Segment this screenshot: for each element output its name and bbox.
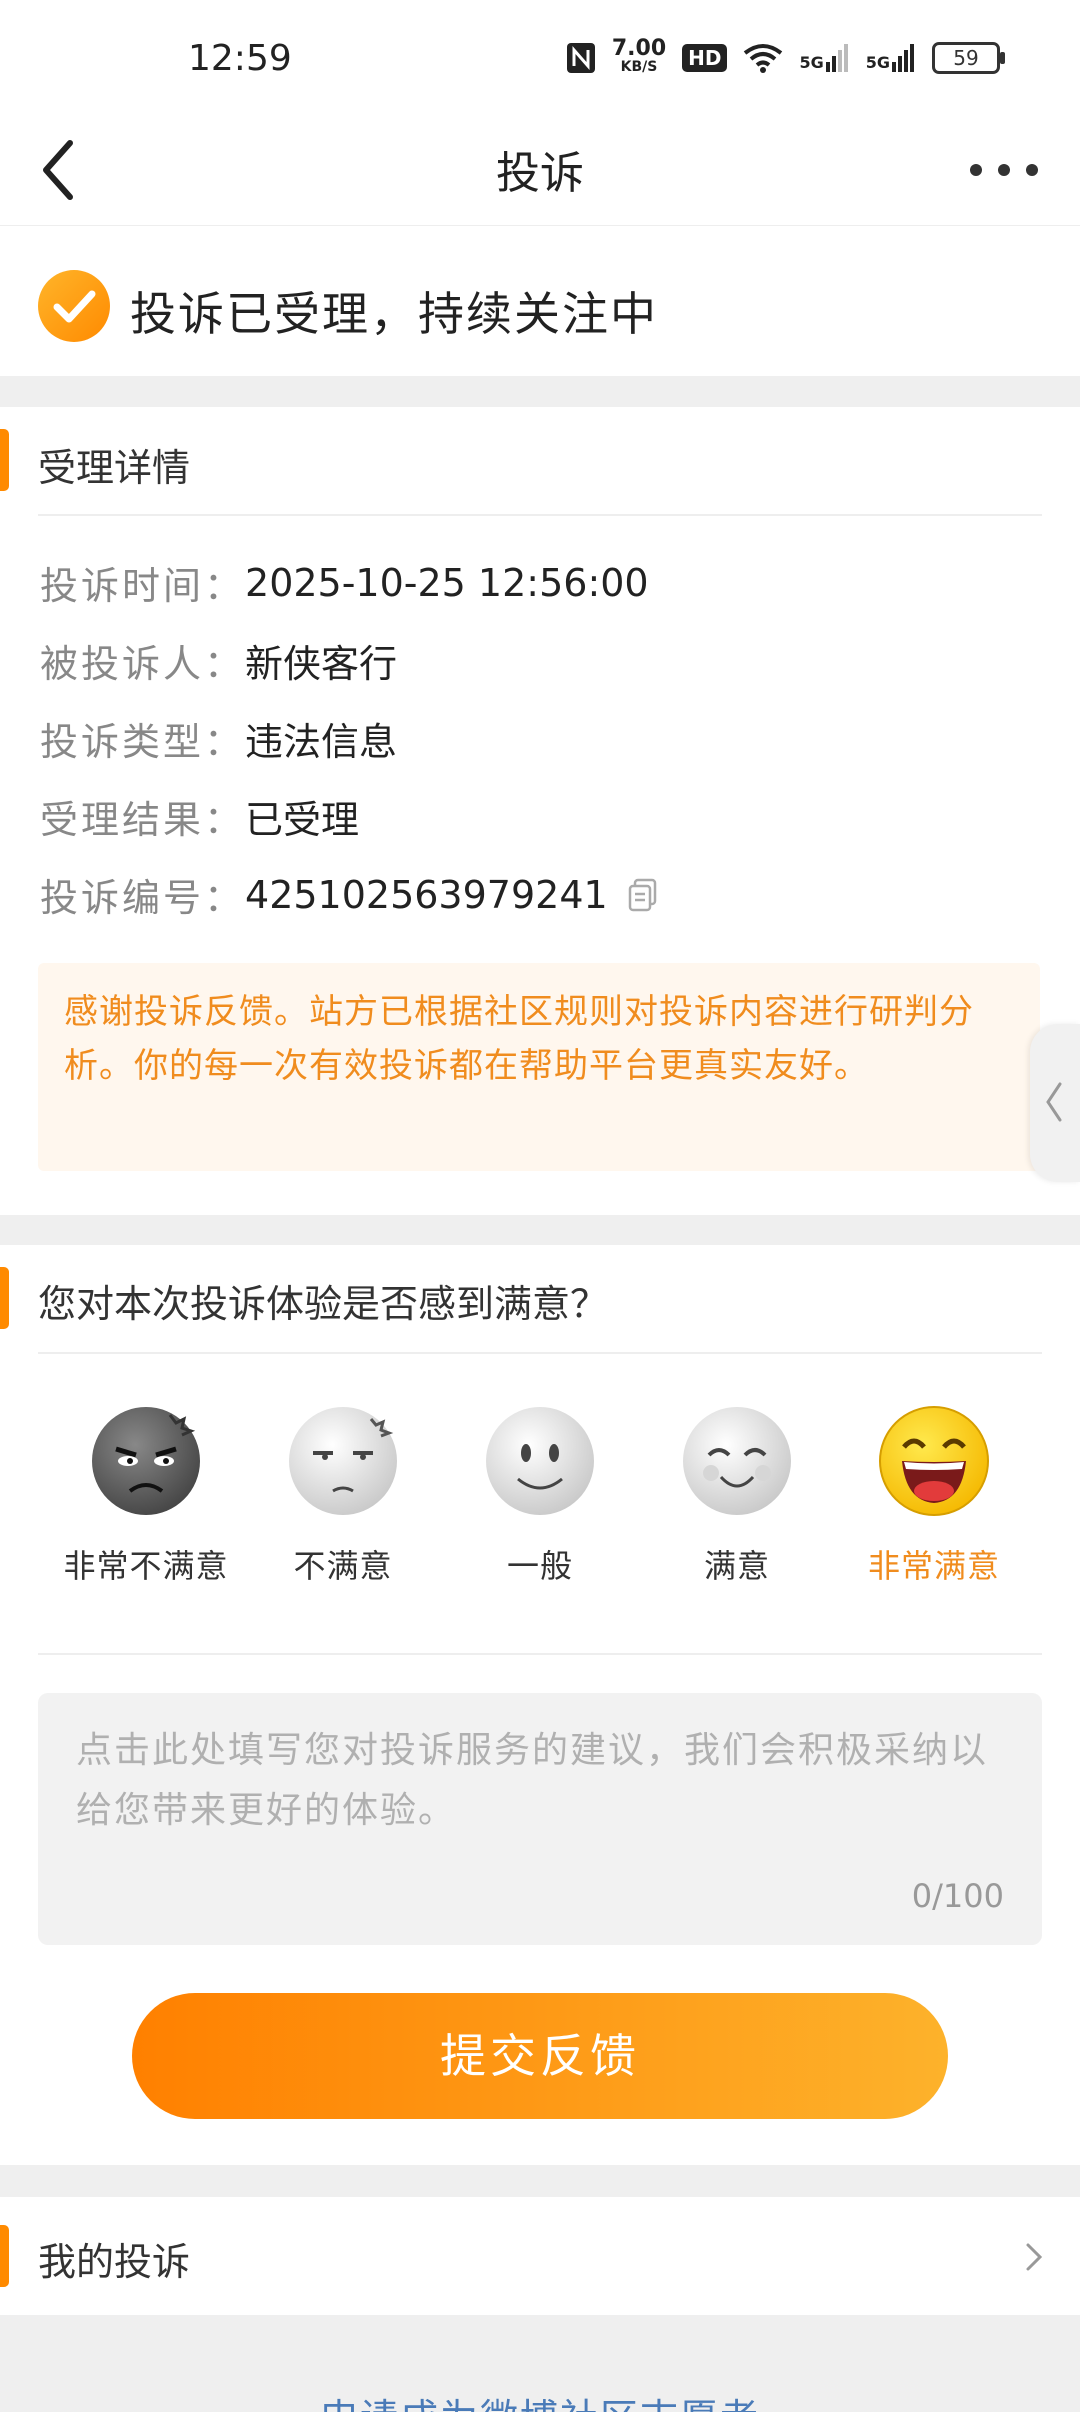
page-title: 投诉	[496, 148, 584, 199]
section-marker	[0, 2225, 9, 2287]
detail-row-type: 投诉类型： 违法信息	[40, 711, 397, 766]
status-icons: 7.00 KB/S HD 5G 5G 59	[566, 36, 1005, 76]
detail-value: 已受理	[245, 798, 360, 842]
rating-dissatisfied[interactable]: 不满意	[243, 1405, 443, 1587]
chevron-left-icon	[1046, 1082, 1062, 1122]
very-satisfied-face-icon	[879, 1406, 989, 1516]
net-speed-value: 7.00	[611, 36, 667, 61]
signal-bars-icon	[825, 44, 848, 72]
status-bar: 12:59 7.00 KB/S HD 5G 5G 59	[0, 0, 1080, 115]
rating-satisfied[interactable]: 满意	[637, 1405, 837, 1587]
rating-neutral[interactable]: 一般	[440, 1405, 640, 1587]
nav-bar: 投诉	[0, 115, 1080, 226]
rating-label: 不满意	[293, 1547, 393, 1585]
nfc-icon	[566, 43, 595, 73]
signal-1-label: 5G	[799, 53, 824, 72]
rating-very-dissatisfied[interactable]: 非常不满意	[46, 1405, 246, 1587]
suggestion-placeholder: 点击此处填写您对投诉服务的建议，我们会积极采纳以给您带来更好的体验。	[76, 1730, 989, 1831]
detail-row-target: 被投诉人： 新侠客行	[40, 633, 397, 688]
signal-1: 5G	[799, 44, 849, 72]
divider	[38, 1352, 1042, 1354]
signal-2: 5G	[866, 44, 916, 72]
rating-label: 满意	[703, 1547, 770, 1585]
divider	[38, 514, 1042, 516]
more-icon[interactable]	[964, 145, 1044, 195]
chevron-right-icon	[1026, 2243, 1043, 2271]
very-dissatisfied-face-icon	[92, 1407, 200, 1515]
section-marker	[0, 1267, 9, 1329]
footer: 申请成为微博社区志愿者	[0, 2315, 1080, 2412]
detail-key: 投诉类型：	[40, 720, 246, 764]
notice-box: 感谢投诉反馈。站方已根据社区规则对投诉内容进行研判分析。你的每一次有效投诉都在帮…	[38, 963, 1040, 1171]
copy-icon[interactable]	[628, 878, 658, 912]
wifi-icon	[744, 44, 783, 73]
divider	[38, 1653, 1042, 1655]
detail-row-result: 受理结果： 已受理	[40, 789, 359, 844]
detail-key: 受理结果：	[40, 798, 246, 842]
status-banner: 投诉已受理，持续关注中	[0, 226, 1080, 376]
check-circle-icon	[38, 270, 110, 342]
char-counter: 0/100	[911, 1877, 1004, 1915]
detail-value: 新侠客行	[245, 642, 398, 686]
submit-feedback-button[interactable]: 提交反馈	[132, 1993, 948, 2119]
my-complaints-label: 我的投诉	[38, 2240, 191, 2284]
rating-options: 非常不满意 不满意 一般 满意 非常满意	[0, 1405, 1080, 1605]
suggestion-input[interactable]: 点击此处填写您对投诉服务的建议，我们会积极采纳以给您带来更好的体验。 0/100	[38, 1693, 1042, 1945]
rating-label: 一般	[506, 1547, 573, 1585]
notice-text: 感谢投诉反馈。站方已根据社区规则对投诉内容进行研判分析。你的每一次有效投诉都在帮…	[64, 992, 974, 1086]
rating-label: 非常不满意	[63, 1547, 229, 1585]
section-title-details: 受理详情	[38, 446, 191, 490]
detail-value: 违法信息	[245, 720, 398, 764]
status-time: 12:59	[188, 38, 292, 79]
banner-text: 投诉已受理，持续关注中	[130, 287, 658, 341]
detail-value: 425102563979241	[245, 872, 608, 917]
volunteer-link[interactable]: 申请成为微博社区志愿者	[0, 2387, 1080, 2412]
survey-card: 您对本次投诉体验是否感到满意？ 非常不满意 不满意 一般 满意 非常满意 点击此…	[0, 1245, 1080, 2165]
rating-very-satisfied[interactable]: 非常满意	[834, 1405, 1034, 1587]
battery-icon: 59	[932, 42, 1005, 74]
hd-icon: HD	[682, 44, 728, 72]
side-drawer-tab[interactable]	[1030, 1024, 1080, 1182]
section-title-survey: 您对本次投诉体验是否感到满意？	[38, 1282, 609, 1326]
detail-row-time: 投诉时间： 2025-10-25 12:56:00	[40, 555, 649, 610]
my-complaints-row[interactable]: 我的投诉	[0, 2197, 1080, 2315]
rating-label: 非常满意	[867, 1547, 1000, 1585]
signal-2-label: 5G	[865, 53, 890, 72]
net-speed-unit: KB/S	[620, 59, 658, 75]
detail-row-id: 投诉编号： 425102563979241	[40, 867, 658, 922]
dissatisfied-face-icon	[289, 1407, 397, 1515]
detail-key: 投诉时间：	[40, 564, 246, 608]
detail-value: 2025-10-25 12:56:00	[245, 560, 649, 605]
satisfied-face-icon	[683, 1407, 791, 1515]
network-speed: 7.00 KB/S	[611, 36, 667, 76]
detail-key: 投诉编号：	[40, 876, 246, 920]
section-marker	[0, 429, 9, 491]
neutral-face-icon	[486, 1407, 594, 1515]
signal-bars-icon	[892, 44, 914, 72]
detail-key: 被投诉人：	[40, 642, 246, 686]
details-card: 受理详情 投诉时间： 2025-10-25 12:56:00 被投诉人： 新侠客…	[0, 407, 1080, 1215]
